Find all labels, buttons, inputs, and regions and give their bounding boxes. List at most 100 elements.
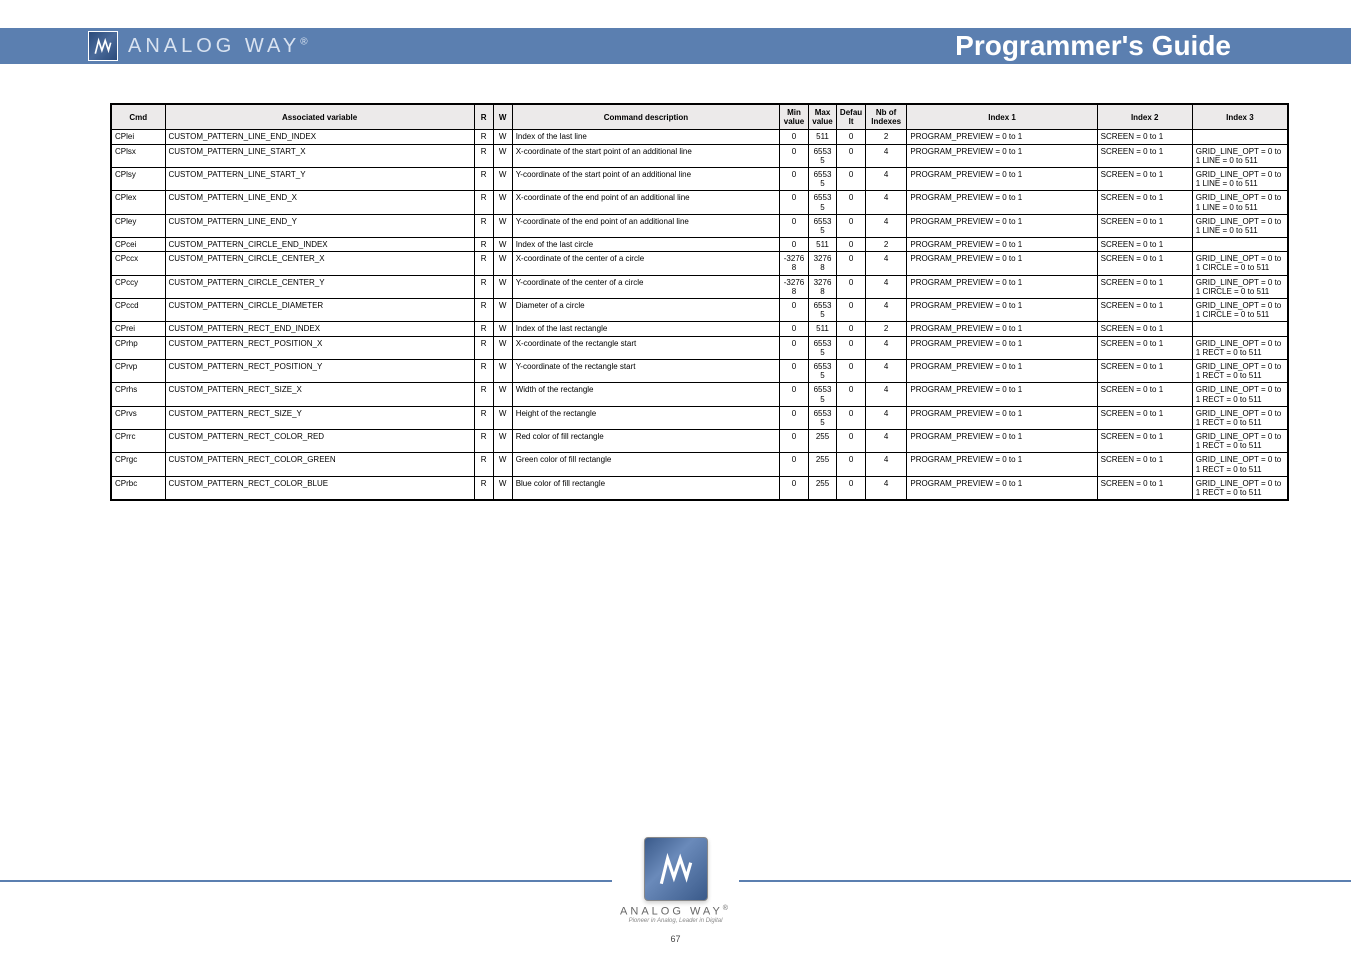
th-w: W xyxy=(493,105,512,130)
td-min: 0 xyxy=(780,476,809,499)
page-title: Programmer's Guide xyxy=(955,30,1231,62)
td-idx3: GRID_LINE_OPT = 0 to 1 CIRCLE = 0 to 511 xyxy=(1192,275,1287,298)
td-var: CUSTOM_PATTERN_RECT_COLOR_BLUE xyxy=(165,476,474,499)
td-min: 0 xyxy=(780,359,809,382)
td-max: 511 xyxy=(808,322,837,336)
td-var: CUSTOM_PATTERN_CIRCLE_CENTER_Y xyxy=(165,275,474,298)
td-max: 65535 xyxy=(808,336,837,359)
page-number: 67 xyxy=(670,934,680,944)
td-def: 0 xyxy=(837,130,866,144)
td-var: CUSTOM_PATTERN_RECT_POSITION_X xyxy=(165,336,474,359)
td-r: R xyxy=(474,406,493,429)
td-nbidx: 2 xyxy=(865,130,907,144)
td-idx2: SCREEN = 0 to 1 xyxy=(1097,476,1192,499)
td-idx3: GRID_LINE_OPT = 0 to 1 RECT = 0 to 511 xyxy=(1192,383,1287,406)
td-idx1: PROGRAM_PREVIEW = 0 to 1 xyxy=(907,430,1097,453)
td-cmd: CPrhp xyxy=(112,336,166,359)
td-r: R xyxy=(474,167,493,190)
td-def: 0 xyxy=(837,453,866,476)
td-nbidx: 4 xyxy=(865,406,907,429)
td-desc: Index of the last circle xyxy=(512,238,780,252)
td-w: W xyxy=(493,359,512,382)
td-idx1: PROGRAM_PREVIEW = 0 to 1 xyxy=(907,476,1097,499)
td-idx3 xyxy=(1192,238,1287,252)
table-body: CPleiCUSTOM_PATTERN_LINE_END_INDEXRWInde… xyxy=(112,130,1288,500)
td-var: CUSTOM_PATTERN_LINE_END_Y xyxy=(165,214,474,237)
title-text: Programmer's Guide xyxy=(955,30,1231,61)
td-min: 0 xyxy=(780,299,809,322)
td-w: W xyxy=(493,476,512,499)
td-nbidx: 4 xyxy=(865,430,907,453)
th-def: Default xyxy=(837,105,866,130)
td-r: R xyxy=(474,322,493,336)
td-var: CUSTOM_PATTERN_RECT_POSITION_Y xyxy=(165,359,474,382)
brand-text: ANALOG WAY xyxy=(128,35,300,57)
td-r: R xyxy=(474,191,493,214)
td-desc: Height of the rectangle xyxy=(512,406,780,429)
td-desc: Index of the last line xyxy=(512,130,780,144)
th-idx2: Index 2 xyxy=(1097,105,1192,130)
td-desc: Index of the last rectangle xyxy=(512,322,780,336)
td-nbidx: 4 xyxy=(865,383,907,406)
td-def: 0 xyxy=(837,430,866,453)
td-w: W xyxy=(493,130,512,144)
td-def: 0 xyxy=(837,214,866,237)
td-nbidx: 4 xyxy=(865,252,907,275)
td-max: 511 xyxy=(808,238,837,252)
td-idx2: SCREEN = 0 to 1 xyxy=(1097,214,1192,237)
table-row: CPrrcCUSTOM_PATTERN_RECT_COLOR_REDRWRed … xyxy=(112,430,1288,453)
td-idx1: PROGRAM_PREVIEW = 0 to 1 xyxy=(907,406,1097,429)
td-def: 0 xyxy=(837,322,866,336)
td-idx2: SCREEN = 0 to 1 xyxy=(1097,275,1192,298)
td-max: 65535 xyxy=(808,383,837,406)
td-max: 255 xyxy=(808,430,837,453)
table-row: CPceiCUSTOM_PATTERN_CIRCLE_END_INDEXRWIn… xyxy=(112,238,1288,252)
td-idx2: SCREEN = 0 to 1 xyxy=(1097,453,1192,476)
th-idx3: Index 3 xyxy=(1192,105,1287,130)
td-cmd: CPccy xyxy=(112,275,166,298)
td-min: 0 xyxy=(780,406,809,429)
td-desc: Diameter of a circle xyxy=(512,299,780,322)
command-table: Cmd Associated variable R W Command desc… xyxy=(111,104,1288,500)
td-r: R xyxy=(474,299,493,322)
header-bar: ANALOG WAY® Programmer's Guide xyxy=(0,28,1351,64)
td-def: 0 xyxy=(837,383,866,406)
td-def: 0 xyxy=(837,359,866,382)
td-idx1: PROGRAM_PREVIEW = 0 to 1 xyxy=(907,130,1097,144)
table-row: CPccdCUSTOM_PATTERN_CIRCLE_DIAMETERRWDia… xyxy=(112,299,1288,322)
td-w: W xyxy=(493,406,512,429)
td-cmd: CPccd xyxy=(112,299,166,322)
table-row: CPrbcCUSTOM_PATTERN_RECT_COLOR_BLUERWBlu… xyxy=(112,476,1288,499)
td-desc: Y-coordinate of the start point of an ad… xyxy=(512,167,780,190)
td-def: 0 xyxy=(837,167,866,190)
table-row: CPlsxCUSTOM_PATTERN_LINE_START_XRWX-coor… xyxy=(112,144,1288,167)
td-var: CUSTOM_PATTERN_CIRCLE_DIAMETER xyxy=(165,299,474,322)
td-min: 0 xyxy=(780,191,809,214)
th-nbidx: Nb of Indexes xyxy=(865,105,907,130)
table-row: CPrvpCUSTOM_PATTERN_RECT_POSITION_YRWY-c… xyxy=(112,359,1288,382)
td-r: R xyxy=(474,214,493,237)
td-idx3: GRID_LINE_OPT = 0 to 1 RECT = 0 to 511 xyxy=(1192,336,1287,359)
td-idx1: PROGRAM_PREVIEW = 0 to 1 xyxy=(907,252,1097,275)
td-idx2: SCREEN = 0 to 1 xyxy=(1097,299,1192,322)
header-left: ANALOG WAY® xyxy=(88,31,308,61)
registered-mark: ® xyxy=(300,36,307,47)
td-cmd: CPcei xyxy=(112,238,166,252)
td-idx1: PROGRAM_PREVIEW = 0 to 1 xyxy=(907,214,1097,237)
td-idx2: SCREEN = 0 to 1 xyxy=(1097,191,1192,214)
table-row: CPrhsCUSTOM_PATTERN_RECT_SIZE_XRWWidth o… xyxy=(112,383,1288,406)
td-max: 255 xyxy=(808,476,837,499)
td-idx1: PROGRAM_PREVIEW = 0 to 1 xyxy=(907,144,1097,167)
td-cmd: CPlsy xyxy=(112,167,166,190)
td-def: 0 xyxy=(837,476,866,499)
td-idx2: SCREEN = 0 to 1 xyxy=(1097,167,1192,190)
th-var: Associated variable xyxy=(165,105,474,130)
table-row: CPccxCUSTOM_PATTERN_CIRCLE_CENTER_XRWX-c… xyxy=(112,252,1288,275)
td-idx3: GRID_LINE_OPT = 0 to 1 RECT = 0 to 511 xyxy=(1192,453,1287,476)
td-nbidx: 4 xyxy=(865,191,907,214)
td-w: W xyxy=(493,144,512,167)
td-r: R xyxy=(474,275,493,298)
footer-line-left xyxy=(0,880,612,882)
td-min: 0 xyxy=(780,383,809,406)
td-w: W xyxy=(493,383,512,406)
